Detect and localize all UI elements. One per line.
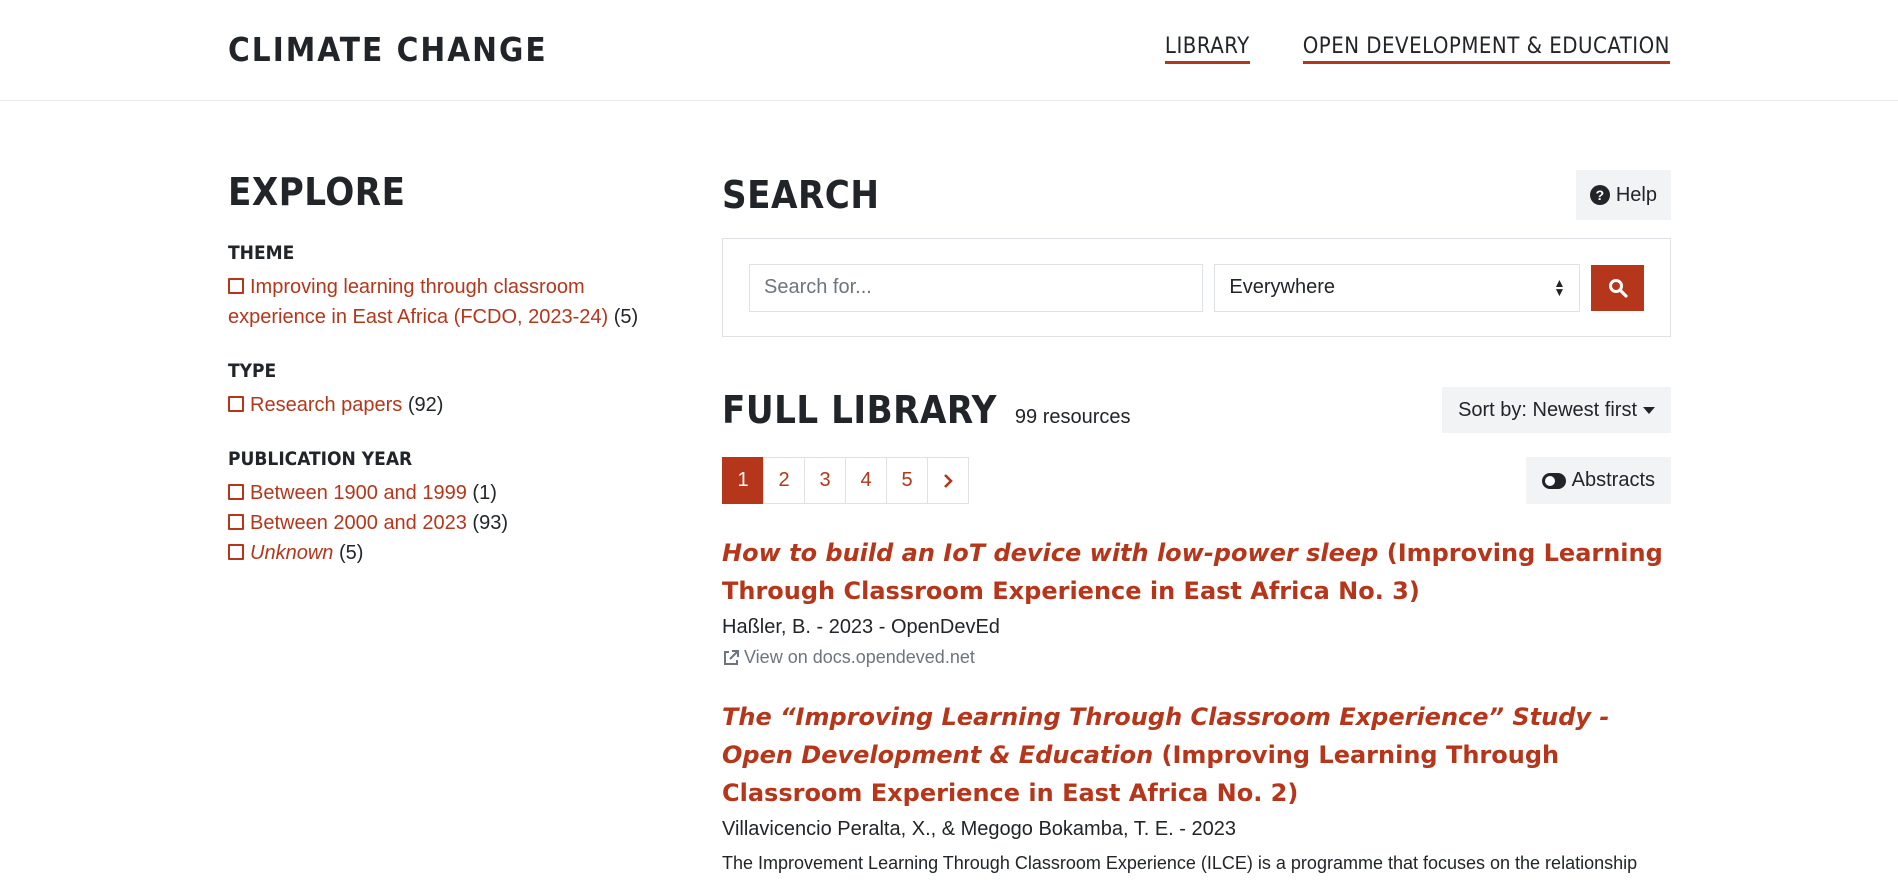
- facet-count: (1): [472, 482, 497, 504]
- external-link-label: View on docs.opendeved.net: [744, 647, 975, 667]
- facet-label: Between 1900 and 1999: [250, 482, 467, 504]
- external-link[interactable]: View on docs.opendeved.net: [722, 647, 1671, 668]
- pagination: 1 2 3 4 5: [722, 457, 969, 504]
- help-button[interactable]: ? Help: [1575, 170, 1671, 220]
- facet-label: Improving learning through classroom exp…: [228, 276, 609, 328]
- page-4[interactable]: 4: [845, 457, 887, 504]
- pagination-row: 1 2 3 4 5 Abstracts: [722, 457, 1671, 504]
- abstracts-toggle[interactable]: Abstracts: [1525, 457, 1671, 504]
- resource-count: 99 resources: [1014, 406, 1131, 428]
- checkbox-icon[interactable]: [228, 514, 244, 530]
- select-arrows-icon: ▲ ▼: [1553, 275, 1566, 299]
- page-3[interactable]: 3: [804, 457, 846, 504]
- facet-count: (5): [613, 306, 639, 328]
- search-icon: [1608, 278, 1628, 298]
- result-meta: Villavicencio Peralta, X., & Megogo Boka…: [722, 818, 1236, 840]
- toggle-icon: [1541, 472, 1566, 489]
- facet-count: (92): [407, 394, 444, 416]
- top-bar: CLIMATE CHANGE LIBRARY OPEN DEVELOPMENT …: [0, 0, 1898, 101]
- caret-down-icon: [1643, 406, 1655, 414]
- scope-value: Everywhere: [1229, 276, 1335, 298]
- theme-facet-title: THEME: [228, 242, 295, 264]
- type-filter-link[interactable]: Research papers: [228, 394, 402, 416]
- chevron-right-icon: [944, 473, 953, 488]
- year-filter-link[interactable]: Between 1900 and 1999: [228, 482, 467, 504]
- main-content: SEARCH ? Help Everywhere ▲▼ FULL LIBRARY…: [722, 170, 1671, 876]
- sort-dropdown[interactable]: Sort by: Newest first: [1442, 387, 1671, 433]
- facet-count: (5): [338, 542, 364, 564]
- result-title[interactable]: How to build an IoT device with low-powe…: [722, 534, 1671, 610]
- checkbox-icon[interactable]: [228, 396, 244, 412]
- facet-label: Research papers: [250, 394, 403, 416]
- nav-library[interactable]: LIBRARY: [1164, 34, 1250, 64]
- library-header: FULL LIBRARY 99 resources Sort by: Newes…: [722, 387, 1671, 433]
- year-facet-title: PUBLICATION YEAR: [228, 448, 413, 470]
- page-1[interactable]: 1: [722, 457, 764, 504]
- result-title-main: How to build an IoT device with low-powe…: [722, 539, 1379, 567]
- result-meta: Haßler, B. - 2023 - OpenDevEd: [722, 616, 1000, 638]
- theme-filter-link[interactable]: Improving learning through classroom exp…: [228, 276, 608, 328]
- result-title[interactable]: The “Improving Learning Through Classroo…: [722, 698, 1671, 812]
- year-filter-link[interactable]: Between 2000 and 2023: [228, 512, 467, 534]
- search-header: SEARCH ? Help: [722, 170, 1671, 220]
- abstracts-label: Abstracts: [1571, 469, 1655, 491]
- facet-item-year: Between 1900 and 1999 (1): [228, 478, 668, 508]
- question-circle-icon: ?: [1589, 185, 1610, 205]
- page-5[interactable]: 5: [886, 457, 928, 504]
- facet-count: (93): [472, 512, 508, 534]
- top-nav: LIBRARY OPEN DEVELOPMENT & EDUCATION: [1164, 34, 1670, 64]
- search-form: Everywhere ▲▼: [722, 238, 1671, 337]
- type-facet-title: TYPE: [228, 360, 277, 382]
- checkbox-icon[interactable]: [228, 278, 244, 294]
- search-input[interactable]: [749, 263, 1204, 312]
- facet-label: Between 2000 and 2023: [250, 512, 467, 534]
- site-brand[interactable]: CLIMATE CHANGE: [228, 30, 548, 69]
- explore-title: EXPLORE: [228, 170, 406, 214]
- facet-item-year: Between 2000 and 2023 (93): [228, 508, 668, 538]
- checkbox-icon[interactable]: [228, 544, 244, 560]
- facet-item-theme: Improving learning through classroom exp…: [228, 272, 668, 332]
- sort-label: Sort by: Newest first: [1458, 398, 1637, 421]
- facet-item-type: Research papers (92): [228, 390, 668, 420]
- search-title: SEARCH: [722, 173, 880, 217]
- search-button[interactable]: [1591, 264, 1644, 311]
- result-abstract: The Improvement Learning Through Classro…: [722, 853, 1638, 873]
- next-page-button[interactable]: [927, 457, 969, 504]
- facet-item-year: Unknown (5): [228, 538, 668, 568]
- search-scope-select[interactable]: Everywhere ▲ ▼: [1214, 263, 1581, 312]
- external-link-icon: [724, 649, 739, 665]
- nav-open-development-education[interactable]: OPEN DEVELOPMENT & EDUCATION: [1302, 34, 1670, 64]
- help-label: Help: [1615, 183, 1657, 206]
- page-2[interactable]: 2: [763, 457, 805, 504]
- checkbox-icon[interactable]: [228, 484, 244, 500]
- library-title-group: FULL LIBRARY 99 resources: [722, 388, 1131, 432]
- year-filter-link[interactable]: Unknown: [228, 542, 333, 564]
- library-title: FULL LIBRARY: [722, 388, 997, 432]
- result-item: How to build an IoT device with low-powe…: [722, 534, 1671, 668]
- facet-label: Unknown: [250, 542, 334, 564]
- explore-sidebar: EXPLORE THEME Improving learning through…: [228, 170, 668, 568]
- result-item: The “Improving Learning Through Classroo…: [722, 698, 1671, 876]
